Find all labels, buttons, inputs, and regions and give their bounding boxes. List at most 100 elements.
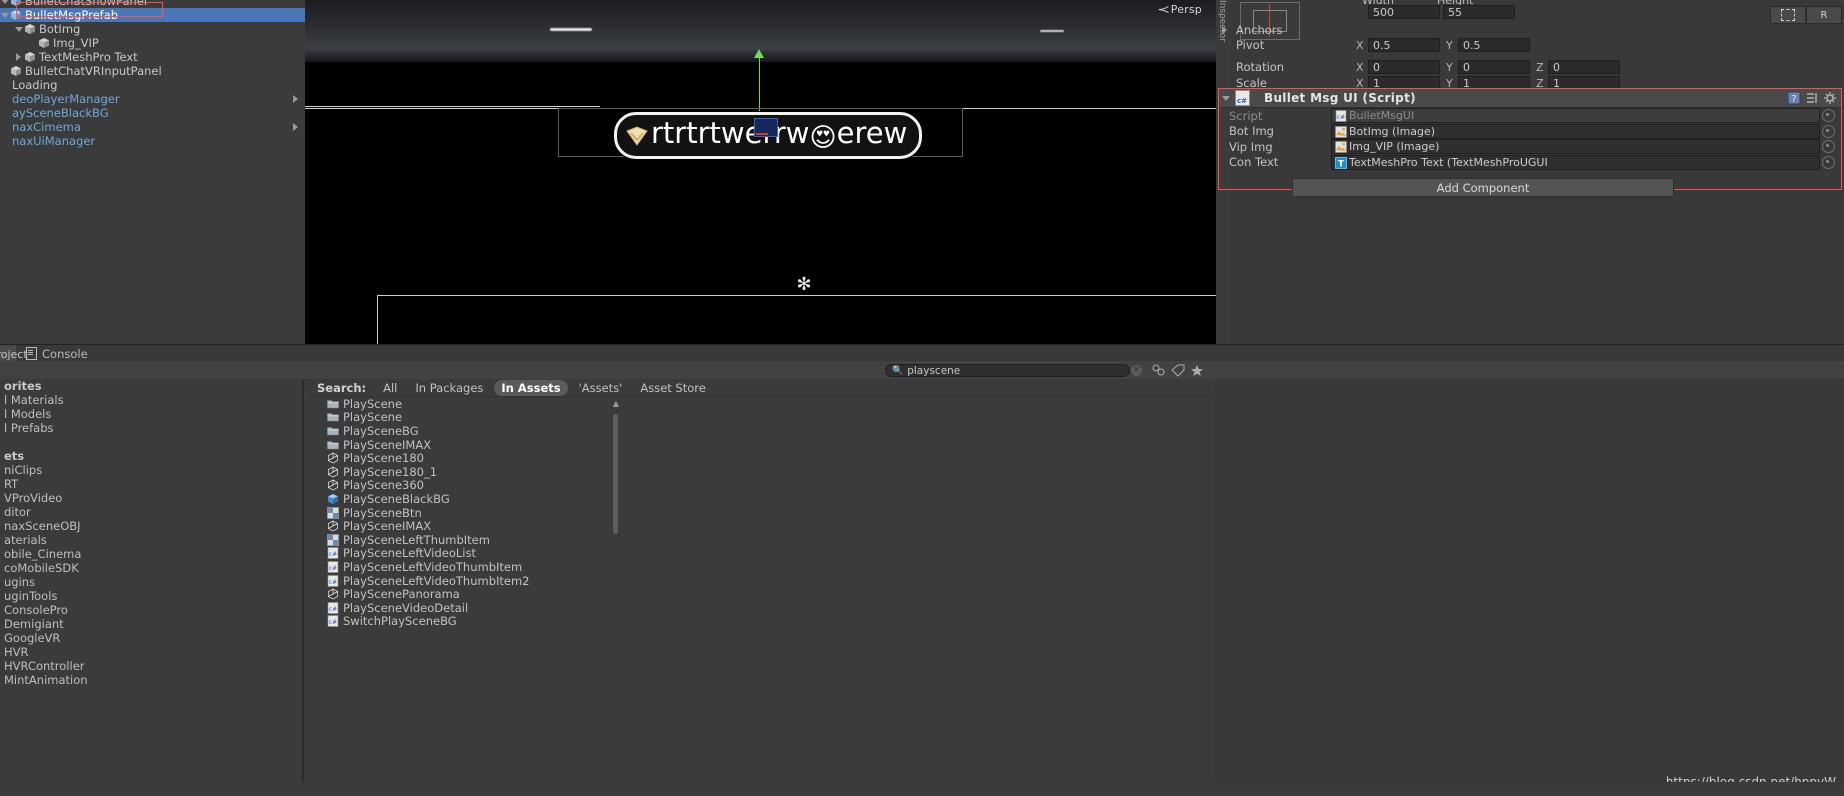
search-filter-all[interactable]: All <box>376 380 404 396</box>
gear-icon[interactable] <box>1823 91 1837 105</box>
assets-folder-item[interactable]: Demigiant <box>0 617 302 631</box>
assets-folder-item[interactable]: uginTools <box>0 589 302 603</box>
favorites-list[interactable]: l Materials l Models l Prefabs <box>0 393 302 435</box>
clear-search-button[interactable]: × <box>1131 365 1142 376</box>
rotation-x-input[interactable]: 0 <box>1368 60 1440 74</box>
asset-row[interactable]: c# SwitchPlaySceneBG <box>310 614 1213 628</box>
component-expand-icon[interactable] <box>1221 93 1231 103</box>
hierarchy-panel[interactable]: BulletChatShowPanel BulletMsgPrefab BotImg… <box>0 0 305 344</box>
search-filter-in-assets[interactable]: In Assets <box>494 379 568 396</box>
help-icon[interactable]: ? <box>1787 91 1801 105</box>
search-filter--assets-[interactable]: 'Assets' <box>572 380 630 396</box>
chevron-down-icon[interactable] <box>14 24 24 34</box>
assets-folder-item[interactable]: obile_Cinema <box>0 547 302 561</box>
bullet-msg-ui-component[interactable]: c# Bullet Msg UI (Script) ? Script c# Bull… <box>1218 88 1842 190</box>
chevron-right-icon[interactable] <box>291 94 301 104</box>
assets-folder-item[interactable]: HVRController <box>0 659 302 673</box>
filter-by-type-icon[interactable] <box>1152 364 1166 377</box>
asset-row[interactable]: PlaySceneIMAX <box>310 438 1213 452</box>
object-picker-icon[interactable] <box>1822 109 1835 123</box>
pivot-y-input[interactable]: 0.5 <box>1458 38 1530 52</box>
assets-folder-item[interactable]: VProVideo <box>0 491 302 505</box>
height-input[interactable]: 55 <box>1443 5 1515 19</box>
scroll-up-arrow[interactable]: ▲ <box>612 399 620 408</box>
component-field-bot-img[interactable]: Bot Img BotImg (Image) <box>1219 123 1841 140</box>
asset-row[interactable]: PlaySceneLeftThumbItem <box>310 533 1213 547</box>
hierarchy-item-naxcimema[interactable]: naxCimema <box>0 120 305 134</box>
component-field-list[interactable]: Script c# BulletMsgUI Bot Img BotImg (Image)… <box>1219 108 1841 170</box>
pivot-x-input[interactable]: 0.5 <box>1368 38 1440 52</box>
search-filter-in-packages[interactable]: In Packages <box>408 380 490 396</box>
hierarchy-item-textmeshpro-text[interactable]: TextMeshPro Text <box>0 50 305 64</box>
assets-folder-item[interactable]: ugins <box>0 575 302 589</box>
asset-row[interactable]: PlaySceneIMAX <box>310 519 1213 533</box>
object-reference-field[interactable]: Img_VIP (Image) <box>1331 139 1820 155</box>
tab-console[interactable]: Console <box>18 345 96 362</box>
assets-folder-item[interactable]: aterials <box>0 533 302 547</box>
object-reference-field[interactable]: T TextMeshPro Text (TextMeshProUGUI <box>1331 154 1820 170</box>
scene-view[interactable]: ≺Persp rtrtrtwerrw😍erew ✻ <box>305 0 1216 344</box>
assets-folder-item[interactable]: naxSceneOBJ <box>0 519 302 533</box>
preset-icon[interactable] <box>1805 91 1819 105</box>
asset-row[interactable]: PlayScene180_1 <box>310 465 1213 479</box>
hierarchy-item-bulletchatvrinputpanel[interactable]: BulletChatVRInputPanel <box>0 64 305 78</box>
width-input[interactable]: 500 <box>1368 5 1440 19</box>
perspective-toggle[interactable]: ≺Persp <box>1157 3 1202 16</box>
search-filter-asset-store[interactable]: Asset Store <box>633 380 713 396</box>
project-splitter[interactable] <box>302 379 304 796</box>
assets-folder-item[interactable]: coMobileSDK <box>0 561 302 575</box>
hierarchy-item-bulletmsgprefab[interactable]: BulletMsgPrefab <box>0 8 305 22</box>
assets-folder-item[interactable]: ConsolePro <box>0 603 302 617</box>
asset-row[interactable]: c# PlaySceneVideoDetail <box>310 601 1213 615</box>
panel-tab-bar[interactable]: Project Console <box>0 344 1844 362</box>
vertical-scrollbar[interactable] <box>613 414 618 534</box>
search-input[interactable]: 🔍 playscene <box>885 364 1130 377</box>
hierarchy-list[interactable]: BulletChatShowPanel BulletMsgPrefab BotImg… <box>0 0 305 148</box>
chevron-right-icon[interactable] <box>291 122 301 132</box>
asset-row[interactable]: PlayScene <box>310 410 1213 424</box>
rotation-y-input[interactable]: 0 <box>1458 60 1530 74</box>
chevron-down-icon[interactable] <box>0 10 10 20</box>
asset-row[interactable]: PlayScene180 <box>310 451 1213 465</box>
asset-row[interactable]: c# PlaySceneLeftVideoThumbItem <box>310 560 1213 574</box>
favorite-item[interactable]: l Models <box>0 407 302 421</box>
component-field-con-text[interactable]: Con Text T TextMeshPro Text (TextMeshProUG… <box>1219 154 1841 171</box>
hierarchy-item-loading[interactable]: Loading <box>0 78 305 92</box>
move-gizmo-y-arrow[interactable] <box>754 49 764 58</box>
assets-folder-item[interactable]: niClips <box>0 463 302 477</box>
hierarchy-item-naxuimanager[interactable]: naxUiManager <box>0 134 305 148</box>
add-component-button[interactable]: Add Component <box>1292 178 1674 197</box>
chevron-right-icon[interactable] <box>14 52 24 62</box>
assets-folder-item[interactable]: ditor <box>0 505 302 519</box>
assets-folder-item[interactable]: RT <box>0 477 302 491</box>
hierarchy-item-botimg[interactable]: BotImg <box>0 22 305 36</box>
search-filter-tabs[interactable]: All In Packages In Assets 'Assets' Asset Sto… <box>376 379 717 396</box>
asset-file-list[interactable]: PlayScene PlayScene PlaySceneBG PlaySceneIM… <box>310 397 1213 628</box>
rotation-row[interactable]: Rotation X 0 Y 0 Z 0 <box>1216 59 1844 75</box>
pivot-row[interactable]: Pivot X 0.5 Y 0.5 <box>1216 37 1844 53</box>
favorite-star-icon[interactable] <box>1190 364 1204 377</box>
asset-row[interactable]: PlaySceneBtn <box>310 506 1213 520</box>
project-panel[interactable]: 🔍 playscene × orites l Materials l Models… <box>0 361 1844 796</box>
asset-row[interactable]: PlayScenePanorama <box>310 587 1213 601</box>
asset-row[interactable]: PlayScene360 <box>310 478 1213 492</box>
anchors-expand-icon[interactable] <box>1220 25 1230 35</box>
hierarchy-item-aysceneblackbg[interactable]: aySceneBlackBG <box>0 106 305 120</box>
object-picker-icon[interactable] <box>1822 140 1835 154</box>
project-tree-panel[interactable]: orites l Materials l Models l Prefabs ets … <box>0 379 302 796</box>
assets-folder-item[interactable]: MintAnimation <box>0 673 302 687</box>
asset-row[interactable]: PlaySceneBlackBG <box>310 492 1213 506</box>
hierarchy-item-img-vip[interactable]: Img_VIP <box>0 36 305 50</box>
anchors-row[interactable]: Anchors <box>1216 22 1844 38</box>
move-tool-handle-icon[interactable]: ✻ <box>795 276 813 294</box>
assets-folder-item[interactable]: HVR <box>0 645 302 659</box>
object-reference-field[interactable]: BotImg (Image) <box>1331 123 1820 139</box>
hierarchy-item-bulletchatshowpanel[interactable]: BulletChatShowPanel <box>0 0 305 8</box>
asset-row[interactable]: c# PlaySceneLeftVideoList <box>310 546 1213 560</box>
chevron-down-icon[interactable] <box>0 0 10 6</box>
object-picker-icon[interactable] <box>1822 124 1835 138</box>
filter-by-label-icon[interactable] <box>1171 364 1185 377</box>
favorite-item[interactable]: l Prefabs <box>0 421 302 435</box>
asset-row[interactable]: PlaySceneBG <box>310 424 1213 438</box>
assets-folder-list[interactable]: niClips RT VProVideo ditor naxSceneOBJ ateria… <box>0 463 302 687</box>
